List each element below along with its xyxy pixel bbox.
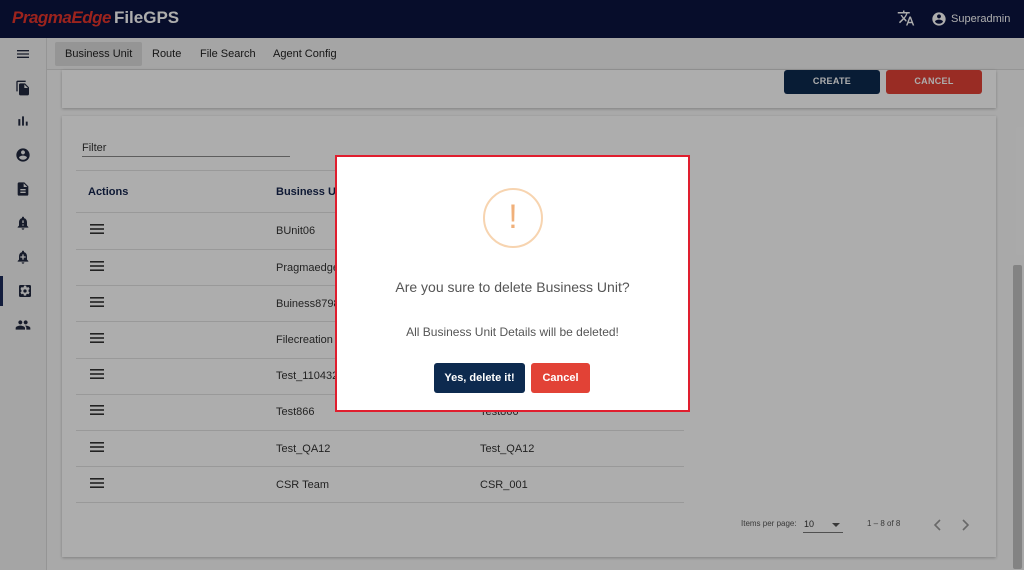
dialog-message: All Business Unit Details will be delete…: [406, 325, 619, 339]
dialog-title: Are you sure to delete Business Unit?: [395, 279, 630, 295]
confirm-delete-button[interactable]: Yes, delete it!: [434, 363, 525, 393]
exclamation-icon: !: [483, 188, 543, 248]
delete-confirm-dialog: ! Are you sure to delete Business Unit? …: [335, 155, 690, 412]
dialog-cancel-button[interactable]: Cancel: [531, 363, 590, 393]
